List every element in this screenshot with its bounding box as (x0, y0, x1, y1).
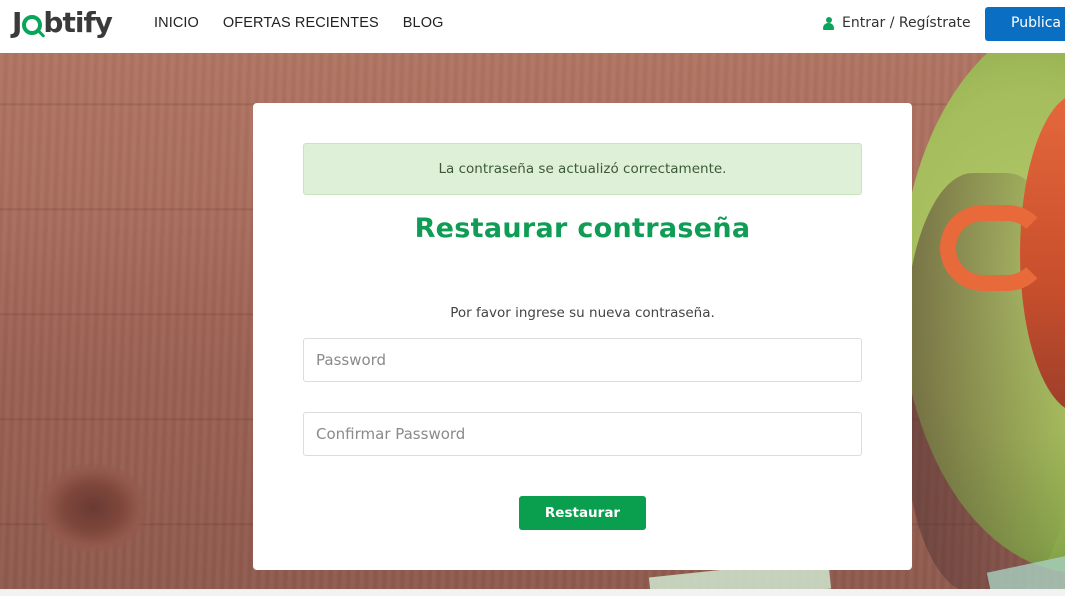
wood-knot-decoration (38, 463, 148, 553)
main-nav: INICIO OFERTAS RECIENTES BLOG (154, 15, 443, 31)
magnifier-logo-icon (22, 15, 43, 35)
logo-text-left: J (12, 5, 22, 39)
footer-strip (0, 589, 1065, 596)
nav-link-inicio[interactable]: INICIO (154, 15, 199, 31)
reset-password-card: La contraseña se actualizó correctamente… (253, 103, 912, 570)
publish-offer-button[interactable]: Publica una oferta (985, 7, 1065, 41)
login-register-label: Entrar / Regístrate (842, 15, 971, 31)
user-icon (823, 16, 834, 30)
nav-link-ofertas-recientes[interactable]: OFERTAS RECIENTES (223, 15, 379, 31)
page-title: Restaurar contraseña (414, 213, 751, 244)
restore-button[interactable]: Restaurar (519, 496, 646, 530)
form-instructions: Por favor ingrese su nueva contraseña. (450, 305, 715, 321)
logo-text-right: btify (43, 5, 112, 39)
login-register-link[interactable]: Entrar / Regístrate (823, 15, 971, 31)
mug-handle-decoration (940, 205, 1050, 291)
password-input[interactable] (303, 338, 862, 382)
nav-link-blog[interactable]: BLOG (403, 15, 444, 31)
confirm-password-input[interactable] (303, 412, 862, 456)
site-logo[interactable]: J btify (12, 4, 113, 40)
top-navbar: J btify INICIO OFERTAS RECIENTES BLOG En… (0, 0, 1065, 53)
success-alert: La contraseña se actualizó correctamente… (303, 143, 862, 195)
